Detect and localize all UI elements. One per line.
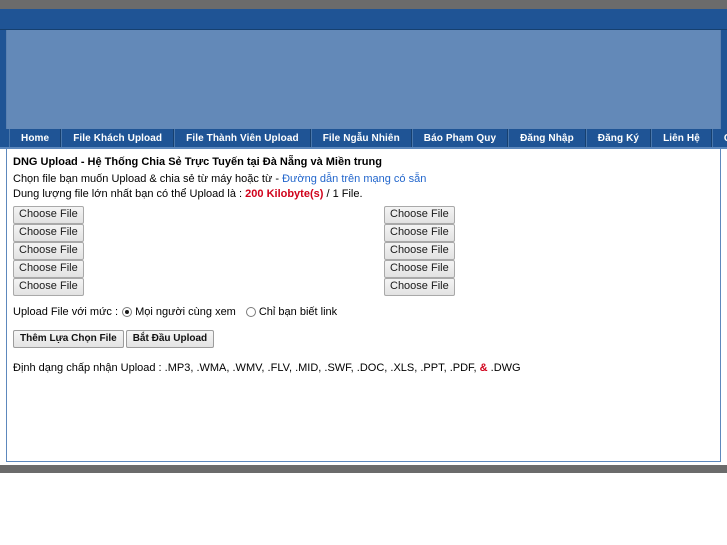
nav-item-dang-ky[interactable]: Đăng Ký bbox=[585, 129, 652, 147]
visibility-scope-row: Upload File với mức : Mọi người cùng xem… bbox=[13, 305, 714, 319]
file-input-cell-right: Choose File bbox=[384, 224, 714, 242]
site-topbar bbox=[0, 9, 727, 30]
choose-file-button-5[interactable]: Choose File bbox=[13, 278, 84, 296]
file-input-cell-left: Choose File bbox=[13, 242, 343, 260]
nav-item-bao-pham-quy[interactable]: Báo Phạm Quy bbox=[411, 129, 509, 147]
radio-public-label[interactable]: Mọi người cùng xem bbox=[135, 305, 236, 319]
limit-prefix-text: Dung lượng file lớn nhất bạn có thể Uplo… bbox=[13, 188, 246, 200]
size-limit-note: Dung lượng file lớn nhất bạn có thể Uplo… bbox=[13, 188, 714, 201]
choose-file-button-8[interactable]: Choose File bbox=[384, 242, 455, 260]
browser-chrome-bottom bbox=[0, 465, 727, 473]
nav-item-label: File Khách Upload bbox=[73, 132, 163, 144]
remote-url-link[interactable]: Đường dẫn trên mạng có sẵn bbox=[282, 173, 426, 185]
visibility-scope-label: Upload File với mức : bbox=[13, 306, 119, 318]
nav-item-dang-nhap[interactable]: Đăng Nhập bbox=[508, 129, 586, 147]
radio-private[interactable] bbox=[245, 307, 256, 317]
choose-file-button-4[interactable]: Choose File bbox=[13, 260, 84, 278]
browser-chrome-top bbox=[0, 0, 727, 9]
file-input-row: Choose File Choose File bbox=[13, 278, 714, 296]
file-input-cell-right: Choose File bbox=[384, 260, 714, 278]
choose-file-button-2[interactable]: Choose File bbox=[13, 224, 84, 242]
nav-item-home[interactable]: Home bbox=[9, 129, 62, 147]
choose-file-button-10[interactable]: Choose File bbox=[384, 278, 455, 296]
formats-prefix-text: Định dạng chấp nhận Upload : .MP3, .WMA,… bbox=[13, 362, 480, 374]
radio-private-label[interactable]: Chỉ bạn biết link bbox=[259, 305, 337, 319]
formats-ampersand: & bbox=[479, 362, 488, 374]
main-navigation[interactable]: Home File Khách Upload File Thành Viên U… bbox=[0, 129, 727, 149]
nav-item-file-thanh-vien-upload[interactable]: File Thành Viên Upload bbox=[174, 129, 311, 147]
file-input-row: Choose File Choose File bbox=[13, 224, 714, 242]
nav-item-label: Đăng Nhập bbox=[520, 132, 574, 144]
nav-item-label: File Thành Viên Upload bbox=[186, 132, 299, 144]
formats-suffix-text: .DWG bbox=[487, 362, 521, 374]
site-container: Home File Khách Upload File Thành Viên U… bbox=[0, 9, 727, 465]
page-blank-area bbox=[0, 473, 727, 545]
nav-item-quy-dinh[interactable]: Quy Định bbox=[711, 129, 727, 147]
limit-value-text: 200 Kilobyte(s) bbox=[245, 188, 324, 200]
choose-file-button-9[interactable]: Choose File bbox=[384, 260, 455, 278]
nav-item-label: Báo Phạm Quy bbox=[423, 132, 497, 144]
file-input-cell-left: Choose File bbox=[13, 224, 343, 242]
choose-file-button-6[interactable]: Choose File bbox=[384, 206, 455, 224]
upload-instructions: Chọn file bạn muốn Upload & chia sẻ từ m… bbox=[13, 173, 714, 186]
nav-item-label: Đăng Ký bbox=[597, 132, 640, 144]
file-input-cell-right: Choose File bbox=[384, 206, 714, 224]
page-title: DNG Upload - Hệ Thống Chia Sẻ Trực Tuyến… bbox=[13, 156, 382, 168]
upload-panel: DNG Upload - Hệ Thống Chia Sẻ Trực Tuyến… bbox=[6, 149, 721, 462]
nav-item-label: Home bbox=[21, 132, 50, 144]
file-input-row: Choose File Choose File bbox=[13, 206, 714, 224]
file-input-row: Choose File Choose File bbox=[13, 242, 714, 260]
file-input-row: Choose File Choose File bbox=[13, 260, 714, 278]
radio-public[interactable] bbox=[122, 307, 133, 317]
nav-item-label: File Ngẫu Nhiên bbox=[322, 132, 400, 144]
action-button-row: Thêm Lựa Chọn File Bắt Đầu Upload bbox=[13, 330, 714, 348]
file-input-cell-right: Choose File bbox=[384, 278, 714, 296]
accepted-formats-note: Định dạng chấp nhận Upload : .MP3, .WMA,… bbox=[13, 362, 714, 375]
nav-item-file-ngau-nhien[interactable]: File Ngẫu Nhiên bbox=[310, 129, 412, 147]
file-input-grid: Choose File Choose File Choose File Choo… bbox=[13, 206, 714, 296]
site-banner bbox=[6, 30, 721, 129]
instructions-text: Chọn file bạn muốn Upload & chia sẻ từ m… bbox=[13, 173, 283, 185]
file-input-cell-left: Choose File bbox=[13, 260, 343, 278]
choose-file-button-3[interactable]: Choose File bbox=[13, 242, 84, 260]
nav-item-file-khach-upload[interactable]: File Khách Upload bbox=[61, 129, 175, 147]
banner-wrapper bbox=[0, 30, 727, 129]
start-upload-button[interactable]: Bắt Đầu Upload bbox=[125, 330, 215, 348]
file-input-cell-left: Choose File bbox=[13, 278, 343, 296]
choose-file-button-7[interactable]: Choose File bbox=[384, 224, 455, 242]
file-input-cell-left: Choose File bbox=[13, 206, 343, 224]
choose-file-button-1[interactable]: Choose File bbox=[13, 206, 84, 224]
file-input-cell-right: Choose File bbox=[384, 242, 714, 260]
limit-suffix-text: / 1 File. bbox=[323, 188, 363, 200]
nav-item-lien-he[interactable]: Liên Hệ bbox=[651, 129, 712, 147]
nav-item-label: Liên Hệ bbox=[663, 132, 700, 144]
add-file-slot-button[interactable]: Thêm Lựa Chọn File bbox=[13, 330, 124, 348]
